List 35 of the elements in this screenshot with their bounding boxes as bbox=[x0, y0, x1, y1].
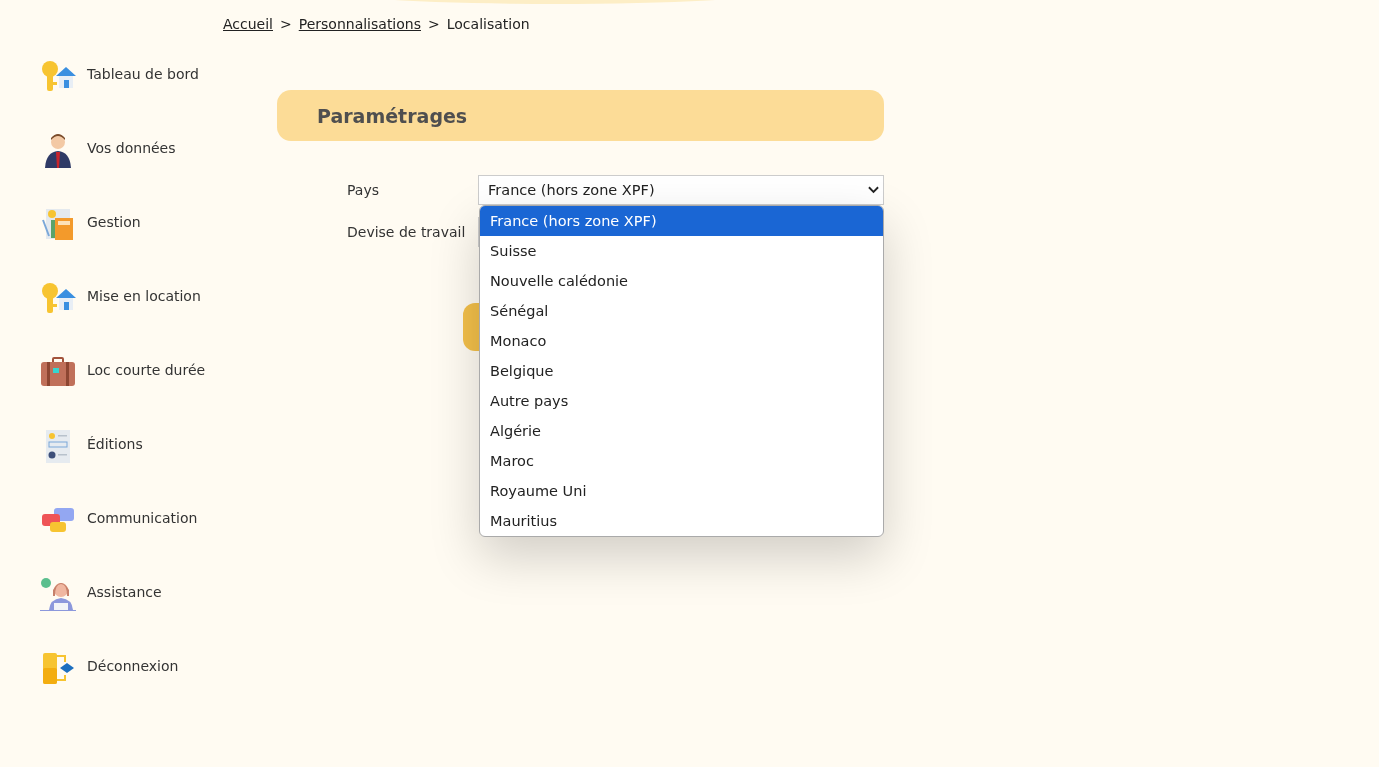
field-label: Devise de travail bbox=[347, 224, 467, 240]
dropdown-option[interactable]: Nouvelle calédonie bbox=[480, 266, 883, 296]
dropdown-option[interactable]: Maroc bbox=[480, 446, 883, 476]
breadcrumb-link[interactable]: Accueil bbox=[223, 16, 273, 46]
sidebar-item[interactable]: Communication bbox=[87, 510, 198, 526]
breadcrumb-current: Localisation bbox=[446, 16, 530, 34]
dropdown-option[interactable]: Monaco bbox=[480, 326, 883, 356]
sidebar-item[interactable]: Vos données bbox=[87, 140, 176, 156]
breadcrumb-link[interactable]: Personnalisations bbox=[298, 16, 421, 46]
country-select[interactable]: France (hors zone XPF) bbox=[478, 175, 884, 205]
field-label: Pays bbox=[347, 182, 380, 198]
key-house-icon[interactable] bbox=[40, 280, 76, 316]
sidebar-item[interactable]: Éditions bbox=[87, 436, 143, 452]
dropdown-option[interactable]: Autre pays bbox=[480, 386, 883, 416]
breadcrumb-separator: > bbox=[280, 16, 292, 34]
calculator-icon[interactable] bbox=[40, 206, 76, 242]
dropdown-option[interactable]: Mauritius bbox=[480, 506, 883, 536]
sidebar-item[interactable]: Tableau de bord bbox=[87, 66, 199, 82]
panel-title: Paramétrages bbox=[317, 104, 468, 127]
dropdown-option[interactable]: Belgique bbox=[480, 356, 883, 386]
sidebar-item[interactable]: Loc courte durée bbox=[87, 362, 206, 378]
dropdown-option[interactable]: Suisse bbox=[480, 236, 883, 266]
key-house-icon[interactable] bbox=[40, 58, 76, 94]
exit-door-icon[interactable] bbox=[40, 650, 76, 686]
sidebar-item[interactable]: Assistance bbox=[87, 584, 162, 600]
dropdown-option[interactable]: Sénégal bbox=[480, 296, 883, 326]
sidebar-item[interactable]: Gestion bbox=[87, 214, 141, 230]
sidebar-item[interactable]: Mise en location bbox=[87, 288, 201, 304]
support-agent-icon[interactable] bbox=[40, 576, 76, 612]
dropdown-option[interactable]: Algérie bbox=[480, 416, 883, 446]
sidebar-item[interactable]: Déconnexion bbox=[87, 658, 179, 674]
breadcrumb-separator: > bbox=[428, 16, 440, 34]
dropdown-option[interactable]: France (hors zone XPF) bbox=[480, 206, 883, 236]
chevron-down-icon bbox=[868, 186, 879, 194]
dropdown-option[interactable]: Royaume Uni bbox=[480, 476, 883, 506]
